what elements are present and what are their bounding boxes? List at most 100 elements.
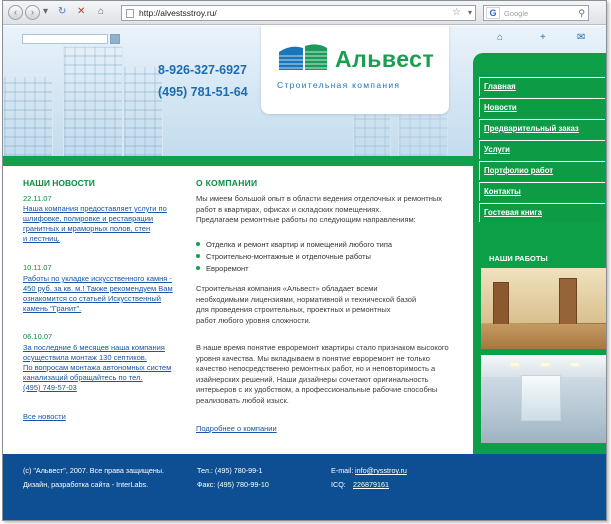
news-date: 22.11.07: [23, 194, 52, 203]
text-line: интерьеров с их удобством, а профессиона…: [196, 385, 438, 394]
bullet-icon: [196, 266, 200, 271]
news-line: (495) 749-57-03: [23, 383, 77, 392]
footer-icq-label: ICQ:: [331, 480, 346, 489]
phone-city: (495) 781-51-64: [158, 85, 248, 99]
mail-icon[interactable]: ✉: [577, 32, 585, 43]
logo[interactable]: Альвест Строительная компания: [261, 26, 449, 114]
news-line: гранитных и мраморных полов, стен: [23, 224, 151, 233]
text-line: для проведения строительных, проектных и…: [196, 305, 391, 314]
text-line: реализовать любой изыск.: [196, 395, 289, 405]
footer-fax: Факс: (495) 780-99-10: [197, 480, 269, 489]
service-bullet: Евроремонт: [196, 264, 249, 273]
news-line: Работы по укладке искусственного камня -: [23, 274, 172, 283]
menu-item-guestbook[interactable]: Гостевая книга: [479, 203, 605, 222]
news-link[interactable]: За последние 6 месяцев наша компания осу…: [23, 343, 178, 393]
work-photo[interactable]: [481, 268, 606, 349]
text-line: изайнерских решений. Наши дизайнеры соче…: [196, 374, 429, 384]
dropdown-arrow-icon[interactable]: ▾: [43, 6, 48, 17]
photo-light: [571, 363, 579, 366]
news-line: ознакомится со статьей Искусственный: [23, 294, 161, 303]
text-line: уровня качества. Мы вкладываем в понятие…: [196, 353, 430, 363]
header-green-bar: [3, 156, 473, 166]
menu-item-portfolio[interactable]: Портфолио работ: [479, 161, 605, 180]
service-bullet: Отделка и ремонт квартир и помещений люб…: [196, 240, 392, 249]
photo-floor: [481, 324, 606, 349]
building-image: [63, 46, 123, 156]
forward-button[interactable]: ›: [25, 5, 40, 20]
work-photo[interactable]: [481, 355, 606, 443]
address-bar[interactable]: http://alvestsstroy.ru/ ☆ ▾: [121, 5, 476, 21]
news-line: осуществила монтаж 130 септиков.: [23, 353, 147, 362]
photo-corridor: [521, 375, 561, 421]
footer-icq-link[interactable]: 226879161: [353, 480, 389, 489]
news-link[interactable]: Работы по укладке искусственного камня -…: [23, 274, 178, 314]
site-search-button[interactable]: [110, 34, 120, 44]
back-button[interactable]: ‹: [8, 5, 23, 20]
logo-tagline: Строительная компания: [277, 80, 401, 90]
reload-icon[interactable]: ↻: [58, 6, 66, 17]
search-icon[interactable]: ⚲: [578, 8, 585, 19]
search-placeholder: Google: [504, 9, 529, 18]
news-line: По вопросам монтажа автономных систем: [23, 363, 172, 372]
menu-item-preorder[interactable]: Предварительный заказ: [479, 119, 605, 138]
news-date: 06.10.07: [23, 332, 53, 341]
text-line: качество непосредственно ремонтных работ…: [196, 364, 436, 373]
menu-item-news[interactable]: Новости: [479, 98, 605, 117]
stop-icon[interactable]: ✕: [77, 6, 85, 17]
phone-mobile: 8-926-327-6927: [158, 63, 247, 77]
news-line: канализаций обращайтесь по тел.: [23, 373, 143, 382]
footer-email-label: E-mail:: [331, 466, 354, 475]
logo-name: Альвест: [335, 46, 435, 72]
text-line: Мы имеем большой опыт в области ведения …: [196, 194, 443, 203]
logo-building-icon: [279, 44, 327, 70]
bookmark-star-icon[interactable]: ☆: [452, 7, 461, 18]
google-icon[interactable]: G: [486, 7, 500, 19]
news-line: шлифовке, полировке и реставрации: [23, 214, 154, 223]
photo-ceiling: [481, 355, 606, 377]
bullet-text: Отделка и ремонт квартир и помещений люб…: [206, 240, 393, 249]
all-news-link[interactable]: Все новости: [23, 412, 66, 421]
site-search-input[interactable]: [22, 34, 108, 44]
about-more-link[interactable]: Подробнее о компании: [196, 424, 277, 433]
footer-design: Дизайн, разработка сайта - InterLabs.: [23, 480, 149, 489]
browser-search-field[interactable]: G Google ⚲: [483, 5, 589, 21]
about-intro: Мы имеем большой опыт в области ведения …: [196, 194, 461, 226]
bullet-icon: [196, 254, 200, 259]
bullet-text: Евроремонт: [206, 264, 249, 273]
news-line: 450 руб. за кв. м.! Также рекомендуем Ва…: [23, 284, 173, 293]
footer-copyright: (с) "Альвест", 2007. Все права защищены.: [23, 466, 164, 475]
text-line: необходимыми лицензиями, нормативной и т…: [196, 294, 417, 304]
menu-item-home[interactable]: Главная: [479, 77, 605, 96]
bullet-icon: [196, 242, 200, 247]
photo-light: [541, 363, 549, 366]
home-icon[interactable]: ⌂: [98, 6, 104, 17]
url-dropdown-icon[interactable]: ▾: [468, 8, 472, 17]
text-line: работ любого уровня сложности.: [196, 315, 311, 325]
photo-light: [511, 363, 519, 366]
website: 8-926-327-6927 (495) 781-51-64 Альвест С…: [3, 26, 606, 520]
text-line: В наше время понятие евроремонт квартиры…: [196, 343, 449, 352]
main-menu: Главная Новости Предварительный заказ Ус…: [479, 77, 605, 224]
footer-email-link[interactable]: info@rysstroy.ru: [355, 466, 407, 475]
about-licenses: Строительная компания «Альвест» обладает…: [196, 284, 461, 326]
plus-icon[interactable]: +: [540, 32, 546, 43]
text-line: Предлагаем ремонтные работы по следующим…: [196, 215, 416, 224]
menu-item-services[interactable]: Услуги: [479, 140, 605, 159]
home-icon[interactable]: ⌂: [497, 32, 503, 43]
page-icon: [126, 9, 134, 18]
menu-item-contacts[interactable]: Контакты: [479, 182, 605, 201]
text-line: Строительная компания «Альвест» обладает…: [196, 284, 378, 293]
building-image: [123, 66, 163, 156]
news-title: НАШИ НОВОСТИ: [23, 178, 95, 188]
photo-door: [493, 282, 509, 326]
browser-toolbar: ‹ › ▾ ↻ ✕ ⌂ http://alvestsstroy.ru/ ☆ ▾ …: [3, 1, 606, 25]
service-bullet: Строительно-монтажные и отделочные работ…: [196, 252, 371, 261]
news-link[interactable]: Наша компания предоставляет услуги по шл…: [23, 204, 178, 244]
works-title: НАШИ РАБОТЫ: [489, 254, 548, 263]
about-title: О КОМПАНИИ: [196, 178, 258, 188]
text-line: работ в квартирах, офисах и складских по…: [196, 204, 382, 214]
browser-window: ‹ › ▾ ↻ ✕ ⌂ http://alvestsstroy.ru/ ☆ ▾ …: [2, 0, 607, 521]
news-line: и лестниц.: [23, 234, 60, 243]
news-line: Наша компания предоставляет услуги по: [23, 204, 167, 213]
sidebar: Главная Новости Предварительный заказ Ус…: [473, 53, 606, 454]
